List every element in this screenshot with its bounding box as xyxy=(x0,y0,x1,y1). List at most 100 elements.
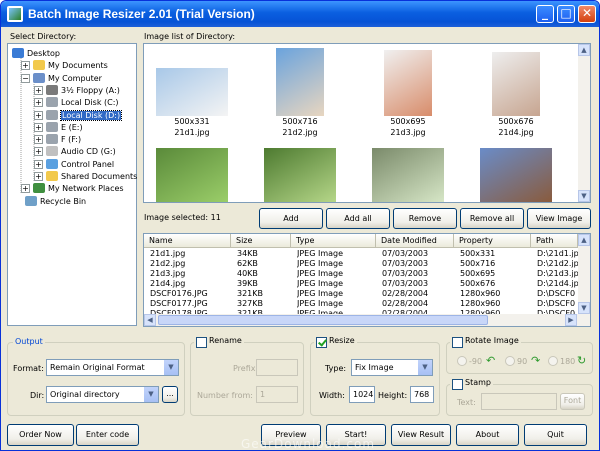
prefix-label: Prefix: xyxy=(233,364,259,373)
tree-item[interactable]: F (F:) xyxy=(46,133,81,146)
thumbnail-item[interactable]: 500x331 21d1.jpg xyxy=(154,46,230,138)
thumbnail-item[interactable]: 1280x960 xyxy=(478,134,554,202)
minimize-button[interactable]: _ xyxy=(536,5,554,23)
table-horizontal-scrollbar[interactable]: ◀ ▶ xyxy=(144,314,578,326)
table-cell: D:\21d2.jpg xyxy=(537,259,578,268)
remove-all-button[interactable]: Remove all xyxy=(460,208,524,229)
close-button[interactable]: ✕ xyxy=(578,5,596,23)
scroll-thumb[interactable] xyxy=(158,315,488,325)
table-cell: D:\21d4.jpg xyxy=(537,279,578,288)
view-result-button[interactable]: View Result xyxy=(391,424,451,446)
image-list-label: Image list of Directory: xyxy=(144,32,236,41)
table-vertical-scrollbar[interactable]: ▲ ▼ xyxy=(578,234,590,326)
rename-checkbox[interactable] xyxy=(196,337,207,348)
tree-expander-icon[interactable]: + xyxy=(34,159,43,169)
rotate-checkbox[interactable] xyxy=(452,337,463,348)
dir-select[interactable]: Original directory ▼ xyxy=(46,386,159,403)
width-input[interactable]: 1024 xyxy=(349,386,375,403)
thumbnail-list[interactable]: 500x331 21d1.jpg 500x716 21d2.jpg 500x695 21d… xyxy=(143,43,591,203)
add-all-button[interactable]: Add all xyxy=(326,208,390,229)
view-image-button[interactable]: View Image xyxy=(527,208,591,229)
tree-expander-icon[interactable]: + xyxy=(34,122,43,132)
thumbnail-item[interactable]: 1280x960 xyxy=(370,134,446,202)
table-cell: 07/03/2003 xyxy=(382,269,429,278)
column-header[interactable]: Size xyxy=(231,234,291,248)
tree-item[interactable]: 3½ Floppy (A:) xyxy=(46,84,120,97)
order-now-button[interactable]: Order Now xyxy=(7,424,74,446)
tree-item[interactable]: Control Panel xyxy=(46,158,114,171)
tree-item[interactable]: Recycle Bin xyxy=(25,195,86,208)
prefix-input[interactable] xyxy=(256,359,298,376)
chevron-down-icon[interactable]: ▼ xyxy=(143,387,158,402)
quit-button[interactable]: Quit xyxy=(524,424,587,446)
table-row[interactable]: 21d3.jpg 40KB JPEG Image 07/03/2003 500x695 D… xyxy=(144,269,578,279)
format-select[interactable]: Remain Original Format ▼ xyxy=(46,359,179,376)
rotate-90-radio[interactable] xyxy=(505,356,515,366)
file-table[interactable]: Name Size Type Date Modified Property Path 21… xyxy=(143,233,591,327)
chevron-down-icon[interactable]: ▼ xyxy=(163,360,178,375)
column-header[interactable]: Path xyxy=(531,234,578,248)
scroll-down-icon[interactable]: ▼ xyxy=(578,302,590,314)
tree-expander-icon[interactable]: + xyxy=(21,61,30,71)
tree-expander-icon[interactable]: + xyxy=(34,98,43,108)
tree-item[interactable]: E (E:) xyxy=(46,121,83,134)
tree-item[interactable]: Shared Documents xyxy=(46,170,137,183)
add-button[interactable]: Add xyxy=(259,208,323,229)
tree-expander-icon[interactable]: + xyxy=(34,85,43,95)
tree-expander-icon[interactable]: + xyxy=(34,172,43,181)
tree-expander-icon[interactable]: + xyxy=(34,135,43,145)
table-row[interactable]: 21d4.jpg 39KB JPEG Image 07/03/2003 500x676 D… xyxy=(144,279,578,289)
tree-item[interactable]: My Network Places xyxy=(33,182,124,195)
thumbnail-item[interactable]: 1280x960 xyxy=(154,134,230,202)
chevron-down-icon[interactable]: ▼ xyxy=(417,360,432,375)
browse-button[interactable]: ... xyxy=(162,386,178,403)
format-value: Remain Original Format xyxy=(50,363,145,372)
scroll-right-icon[interactable]: ▶ xyxy=(565,314,577,326)
rotate-minus-90-radio[interactable] xyxy=(457,356,467,366)
stamp-text-input[interactable] xyxy=(481,393,557,410)
maximize-button[interactable]: □ xyxy=(557,5,575,23)
thumbnail-scrollbar[interactable]: ▲ ▼ xyxy=(578,44,590,202)
tree-expander-icon[interactable]: + xyxy=(34,147,43,157)
title-bar[interactable]: Batch Image Resizer 2.01 (Trial Version)… xyxy=(1,1,599,27)
tree-item[interactable]: Desktop xyxy=(12,47,60,60)
column-header[interactable]: Date Modified xyxy=(376,234,454,248)
remove-button[interactable]: Remove xyxy=(393,208,457,229)
scroll-left-icon[interactable]: ◀ xyxy=(144,314,156,326)
table-row[interactable]: 21d1.jpg 34KB JPEG Image 07/03/2003 500x331 D… xyxy=(144,249,578,259)
enter-code-button[interactable]: Enter code xyxy=(76,424,139,446)
scroll-up-icon[interactable]: ▲ xyxy=(578,44,590,56)
thumbnail-item[interactable]: 500x716 21d2.jpg xyxy=(262,46,338,138)
tree-expander-icon[interactable]: + xyxy=(34,110,43,120)
thumbnail-image xyxy=(156,68,228,116)
resize-checkbox[interactable] xyxy=(316,337,327,348)
resize-type-select[interactable]: Fix Image ▼ xyxy=(351,359,433,376)
table-row[interactable]: 21d2.jpg 62KB JPEG Image 07/03/2003 500x716 D… xyxy=(144,259,578,269)
rotate-180-radio[interactable] xyxy=(548,356,558,366)
table-cell: 21d3.jpg xyxy=(150,269,186,278)
column-header[interactable]: Name xyxy=(144,234,231,248)
directory-tree[interactable]: Desktop + My Documents − My Computer +3½ Flop… xyxy=(7,43,137,326)
font-button[interactable]: Font xyxy=(560,393,585,410)
thumbnail-item[interactable]: 500x695 21d3.jpg xyxy=(370,46,446,138)
table-row[interactable]: DSCF0176.JPG 321KB JPEG Image 02/28/2004 128… xyxy=(144,289,578,299)
scroll-up-icon[interactable]: ▲ xyxy=(578,234,590,246)
column-header[interactable]: Property xyxy=(454,234,531,248)
height-input[interactable]: 768 xyxy=(410,386,434,403)
table-cell: 62KB xyxy=(237,259,258,268)
table-row[interactable]: DSCF0177.JPG 327KB JPEG Image 02/28/2004 128… xyxy=(144,299,578,309)
tree-expander-icon[interactable]: − xyxy=(21,73,30,83)
thumbnail-item[interactable]: 1280x960 xyxy=(262,134,338,202)
thumbnail-item[interactable]: 500x676 21d4.jpg xyxy=(478,46,554,138)
tree-item[interactable]: My Documents xyxy=(33,59,108,72)
tree-item[interactable]: My Computer xyxy=(33,72,102,85)
scroll-down-icon[interactable]: ▼ xyxy=(578,190,590,202)
tree-item[interactable]: Audio CD (G:) xyxy=(46,145,116,158)
column-header[interactable]: Type xyxy=(291,234,376,248)
stamp-checkbox[interactable] xyxy=(452,379,463,390)
tree-expander-icon[interactable]: + xyxy=(21,184,30,194)
number-from-input[interactable]: 1 xyxy=(256,386,298,403)
tree-item[interactable]: Local Disk (C:) xyxy=(46,96,119,109)
tree-item[interactable]: Local Disk (D:) xyxy=(46,109,123,122)
about-button[interactable]: About xyxy=(456,424,519,446)
